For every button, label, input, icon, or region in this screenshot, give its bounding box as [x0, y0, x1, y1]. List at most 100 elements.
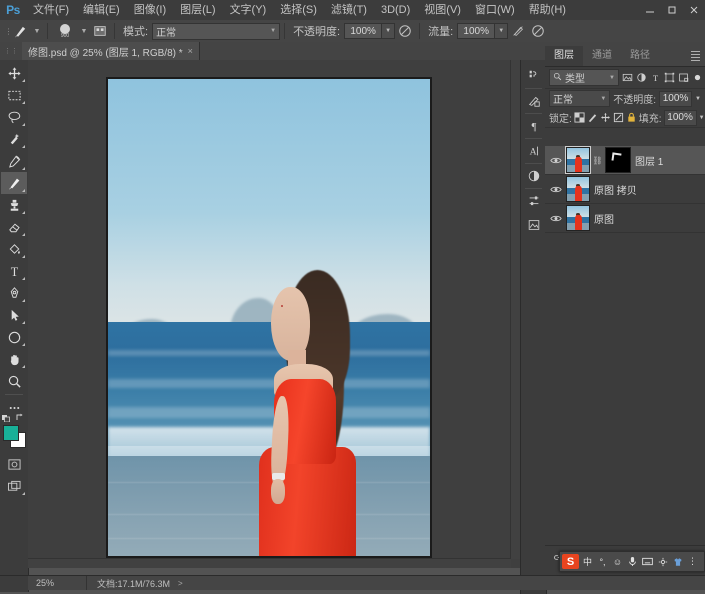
tab-bar-grip[interactable]: ⋮⋮	[0, 42, 22, 60]
menu-file[interactable]: 文件(F)	[26, 0, 76, 20]
brush-preset-caret[interactable]: ▼	[78, 22, 90, 40]
layer-opacity-input[interactable]: 100%	[659, 91, 692, 107]
sogou-ime-toolbar[interactable]: S 中 °, ☺ ⋮	[559, 551, 705, 572]
rectangular-marquee-tool[interactable]	[1, 84, 27, 106]
minimize-button[interactable]	[639, 0, 661, 20]
paint-bucket-tool[interactable]	[1, 238, 27, 260]
chevron-down-icon[interactable]: ▼	[695, 96, 701, 102]
ime-emoji[interactable]: ☺	[611, 554, 624, 569]
eyedropper-tool[interactable]	[1, 150, 27, 172]
menu-type[interactable]: 文字(Y)	[223, 0, 274, 20]
lock-artboard-nesting-icon[interactable]	[613, 111, 624, 125]
layer-mask-thumbnail[interactable]	[605, 147, 631, 173]
menu-layer[interactable]: 图层(L)	[173, 0, 222, 20]
mask-link-icon[interactable]: ⛓	[594, 156, 601, 165]
ime-menu[interactable]: ⋮	[686, 554, 699, 569]
flow-stepper[interactable]: ▼	[495, 23, 508, 39]
layer-thumbnail[interactable]	[566, 147, 590, 173]
ellipse-tool[interactable]	[1, 326, 27, 348]
ime-chinese-mode[interactable]: 中	[581, 554, 594, 569]
properties-panel-icon[interactable]	[522, 189, 545, 213]
menu-image[interactable]: 图像(I)	[127, 0, 173, 20]
menu-view[interactable]: 视图(V)	[417, 0, 468, 20]
brush-tool[interactable]	[1, 172, 27, 194]
canvas-vertical-scrollbar[interactable]	[510, 60, 520, 559]
character-panel-icon[interactable]: A	[522, 139, 545, 163]
brush-panel-toggle-icon[interactable]	[90, 22, 110, 40]
quick-mask-icon[interactable]	[1, 453, 27, 475]
brush-tool-preset-caret[interactable]: ▼	[31, 22, 43, 40]
filter-smart-object-icon[interactable]	[678, 70, 689, 85]
menu-select[interactable]: 选择(S)	[273, 0, 324, 20]
tab-paths[interactable]: 路径	[621, 46, 659, 66]
options-bar-grip[interactable]: ⋮⋮	[0, 20, 9, 42]
panel-menu-icon[interactable]	[691, 51, 700, 61]
close-button[interactable]	[683, 0, 705, 20]
quick-selection-tool[interactable]	[1, 128, 27, 150]
default-colors-icon[interactable]	[1, 413, 25, 424]
menu-window[interactable]: 窗口(W)	[468, 0, 522, 20]
filter-adjustment-icon[interactable]	[636, 70, 647, 85]
color-swatches[interactable]	[1, 423, 27, 449]
layer-name[interactable]: 原图	[594, 211, 614, 226]
layer-visibility-toggle[interactable]	[549, 176, 562, 202]
move-tool[interactable]	[1, 62, 27, 84]
layer-thumbnail[interactable]	[566, 205, 590, 231]
filter-toggle-icon[interactable]	[692, 70, 703, 85]
document-tab[interactable]: 修图.psd @ 25% (图层 1, RGB/8) * ×	[22, 42, 200, 60]
filter-type-text-icon[interactable]: T	[650, 70, 661, 85]
artboard[interactable]	[106, 77, 432, 558]
clone-stamp-tool[interactable]	[1, 194, 27, 216]
ime-logo[interactable]: S	[562, 554, 579, 569]
layer-list[interactable]: ⛓ 图层 1 原图 拷贝	[545, 146, 705, 561]
brush-settings-panel-icon[interactable]	[522, 89, 545, 113]
hand-tool[interactable]	[1, 348, 27, 370]
brush-icon[interactable]	[9, 22, 31, 40]
lock-transparent-pixels-icon[interactable]	[574, 111, 585, 125]
close-icon[interactable]: ×	[188, 46, 193, 56]
layer-row-3[interactable]: 原图	[545, 204, 705, 233]
flow-input[interactable]: 100%	[457, 23, 495, 39]
ime-toolbox[interactable]	[656, 554, 669, 569]
ime-punctuation-mode[interactable]: °,	[596, 554, 609, 569]
pen-tool[interactable]	[1, 282, 27, 304]
path-selection-tool[interactable]	[1, 304, 27, 326]
eraser-tool[interactable]	[1, 216, 27, 238]
foreground-color-swatch[interactable]	[3, 425, 19, 441]
filter-shape-icon[interactable]	[664, 70, 675, 85]
layer-row-2[interactable]: 原图 拷贝	[545, 175, 705, 204]
pressure-opacity-icon[interactable]	[395, 22, 415, 40]
adjustments-panel-icon[interactable]	[522, 164, 545, 188]
menu-3d[interactable]: 3D(D)	[374, 0, 417, 20]
zoom-tool[interactable]	[1, 370, 27, 392]
layer-name[interactable]: 图层 1	[635, 153, 663, 168]
filter-pixel-icon[interactable]	[622, 70, 633, 85]
layer-blend-mode-select[interactable]: 正常 ▼	[549, 90, 610, 107]
menu-edit[interactable]: 编辑(E)	[76, 0, 127, 20]
chevron-down-icon[interactable]: ▼	[699, 115, 705, 121]
opacity-stepper[interactable]: ▼	[382, 23, 395, 39]
screen-mode-icon[interactable]	[1, 475, 27, 497]
layer-thumbnail[interactable]	[566, 176, 590, 202]
document-info[interactable]: 文档:17.1M/76.3M >	[87, 576, 705, 590]
libraries-panel-icon[interactable]	[522, 213, 545, 237]
canvas-horizontal-scrollbar[interactable]	[28, 558, 511, 568]
ime-soft-keyboard[interactable]	[641, 554, 654, 569]
type-tool[interactable]: T	[1, 260, 27, 282]
menu-help[interactable]: 帮助(H)	[522, 0, 573, 20]
canvas-area[interactable]	[28, 60, 520, 568]
blend-mode-select[interactable]: 正常 ▼	[152, 23, 280, 40]
pressure-size-icon[interactable]	[528, 22, 548, 40]
tab-layers[interactable]: 图层	[545, 46, 583, 66]
menu-filter[interactable]: 滤镜(T)	[324, 0, 374, 20]
layer-row-1[interactable]: ⛓ 图层 1	[545, 146, 705, 175]
lock-all-icon[interactable]	[626, 111, 637, 125]
layer-visibility-toggle[interactable]	[549, 147, 562, 173]
brush-preset-picker[interactable]: 900	[52, 21, 78, 41]
lasso-tool[interactable]	[1, 106, 27, 128]
ime-skin[interactable]	[671, 554, 684, 569]
ime-voice-input[interactable]	[626, 554, 639, 569]
layer-visibility-toggle[interactable]	[549, 205, 562, 231]
zoom-level[interactable]: 25%	[28, 576, 87, 590]
lock-position-icon[interactable]	[600, 111, 611, 125]
